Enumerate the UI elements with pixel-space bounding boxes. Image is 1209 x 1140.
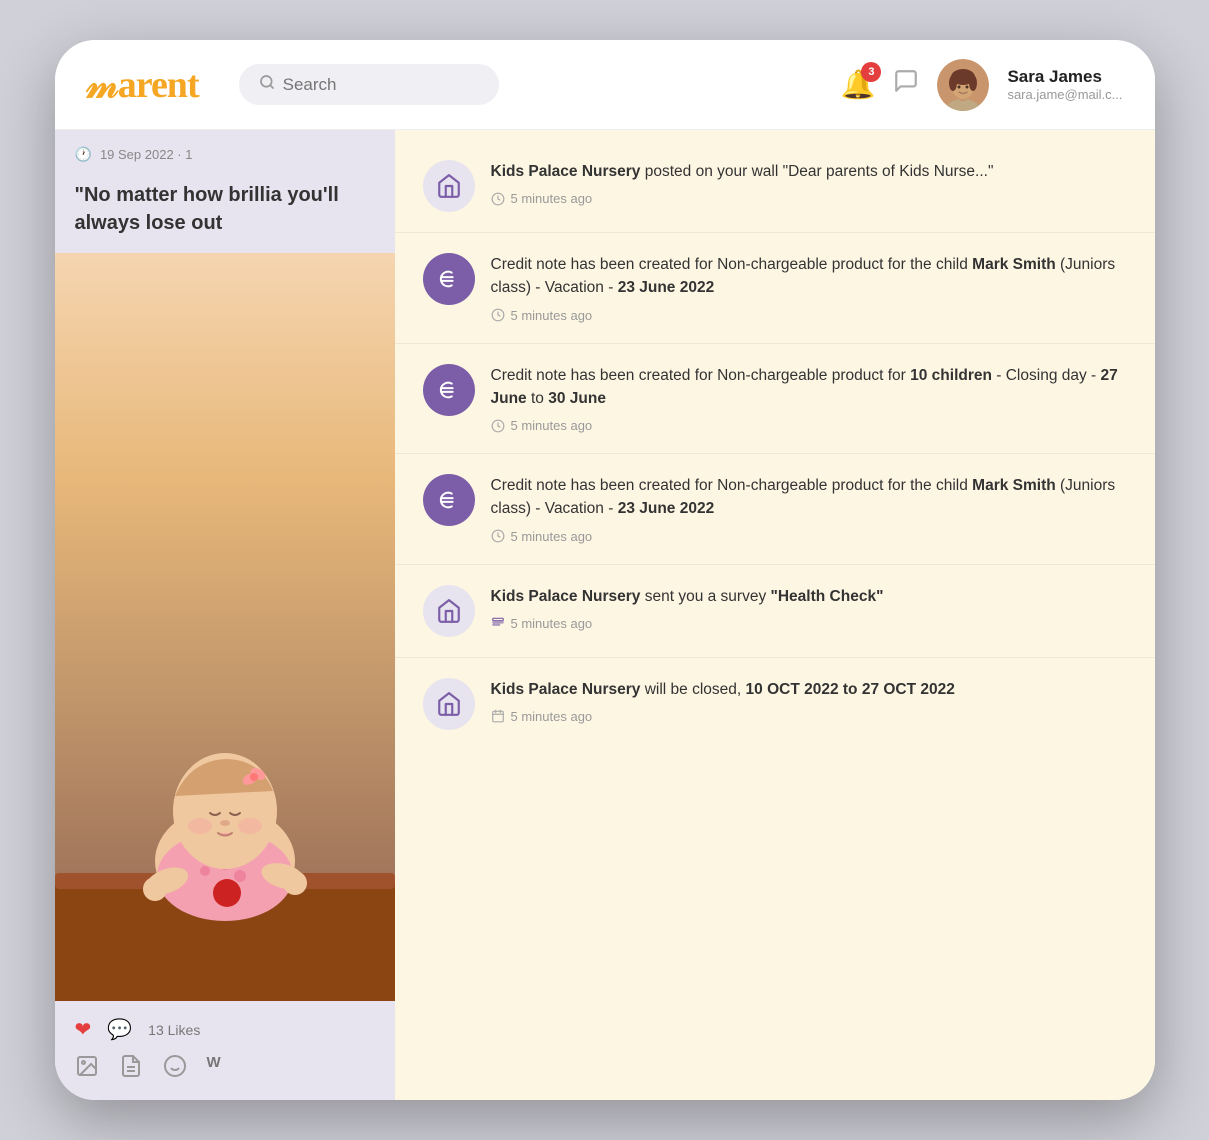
likes-row: ❤ 💬 13 Likes: [75, 1017, 375, 1042]
notification-item: Credit note has been created for Non-cha…: [395, 233, 1155, 344]
notification-item: Credit note has been created for Non-cha…: [395, 454, 1155, 565]
time-label: 5 minutes ago: [511, 529, 593, 544]
post-date: 19 Sep 2022 · 1: [100, 147, 193, 162]
euro-icon: [423, 474, 475, 526]
search-input[interactable]: [283, 75, 479, 95]
euro-icon: [423, 253, 475, 305]
header-right: 🔔 3: [841, 59, 1123, 111]
main-content: 🕐 19 Sep 2022 · 1 "No matter how brillia…: [55, 130, 1155, 1100]
school-icon: [423, 678, 475, 730]
notif-content: Credit note has been created for Non-cha…: [491, 253, 1127, 323]
likes-count: 13 Likes: [148, 1022, 200, 1038]
write-icon[interactable]: W: [207, 1054, 221, 1084]
notif-time: 5 minutes ago: [491, 529, 1127, 544]
notification-item: Kids Palace Nursery will be closed, 10 O…: [395, 658, 1155, 750]
heart-icon[interactable]: ❤: [75, 1017, 92, 1042]
notifications-panel: Kids Palace Nursery posted on your wall …: [395, 130, 1155, 1100]
notification-item: Kids Palace Nursery posted on your wall …: [395, 140, 1155, 233]
baby-image: [55, 253, 395, 1001]
user-name: Sara James: [1007, 67, 1122, 87]
quote-text: "No matter how brillia you'll always los…: [55, 171, 395, 253]
time-label: 5 minutes ago: [511, 616, 593, 631]
header: 𝓂arent 🔔 3: [55, 40, 1155, 130]
notification-item: Credit note has been created for Non-cha…: [395, 344, 1155, 455]
notif-content: Kids Palace Nursery sent you a survey "H…: [491, 585, 1127, 637]
document-icon[interactable]: [119, 1054, 143, 1084]
search-bar[interactable]: [239, 64, 499, 105]
notif-content: Kids Palace Nursery will be closed, 10 O…: [491, 678, 1127, 730]
action-icons: W: [75, 1054, 375, 1084]
notif-time: 5 minutes ago: [491, 308, 1127, 323]
notif-text: Kids Palace Nursery posted on your wall …: [491, 160, 1127, 183]
notif-content: Credit note has been created for Non-cha…: [491, 474, 1127, 544]
notification-bell[interactable]: 🔔 3: [841, 68, 876, 101]
notif-content: Credit note has been created for Non-cha…: [491, 364, 1127, 434]
notif-time: 5 minutes ago: [491, 418, 1127, 433]
notif-time: 5 minutes ago: [491, 616, 1127, 631]
post-actions: ❤ 💬 13 Likes: [55, 1001, 395, 1100]
time-label: 5 minutes ago: [511, 191, 593, 206]
school-icon: [423, 585, 475, 637]
image-icon[interactable]: [75, 1054, 99, 1084]
euro-icon: [423, 364, 475, 416]
chat-icon[interactable]: [893, 68, 919, 101]
user-info: Sara James sara.jame@mail.c...: [1007, 67, 1122, 102]
school-icon: [423, 160, 475, 212]
notif-text: Kids Palace Nursery will be closed, 10 O…: [491, 678, 1127, 701]
time-label: 5 minutes ago: [511, 418, 593, 433]
notification-badge: 3: [861, 62, 881, 82]
clock-icon: 🕐: [75, 146, 92, 163]
user-email: sara.jame@mail.c...: [1007, 87, 1122, 102]
search-icon: [259, 74, 275, 95]
notif-text: Kids Palace Nursery sent you a survey "H…: [491, 585, 1127, 608]
notif-text: Credit note has been created for Non-cha…: [491, 364, 1127, 411]
left-panel: 🕐 19 Sep 2022 · 1 "No matter how brillia…: [55, 130, 395, 1100]
emoji-icon[interactable]: [163, 1054, 187, 1084]
time-label: 5 minutes ago: [511, 709, 593, 724]
app-container: 𝓂arent 🔔 3: [55, 40, 1155, 1100]
post-meta: 🕐 19 Sep 2022 · 1: [55, 130, 395, 171]
notification-item: Kids Palace Nursery sent you a survey "H…: [395, 565, 1155, 658]
notif-time: 5 minutes ago: [491, 709, 1127, 724]
logo: 𝓂arent: [87, 63, 199, 107]
notif-text: Credit note has been created for Non-cha…: [491, 474, 1127, 521]
notif-content: Kids Palace Nursery posted on your wall …: [491, 160, 1127, 212]
comment-count-icon[interactable]: 💬: [107, 1017, 132, 1042]
notif-text: Credit note has been created for Non-cha…: [491, 253, 1127, 300]
avatar[interactable]: [937, 59, 989, 111]
time-label: 5 minutes ago: [511, 308, 593, 323]
notif-time: 5 minutes ago: [491, 191, 1127, 206]
